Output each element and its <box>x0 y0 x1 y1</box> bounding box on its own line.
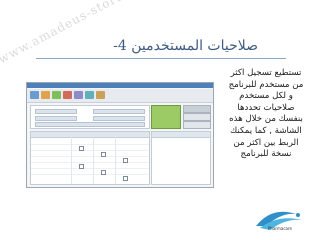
slide-title: صلاحيات المستخدمين 4- <box>109 38 258 54</box>
form-field <box>93 109 145 114</box>
permission-checkbox <box>79 146 84 151</box>
permission-checkbox <box>79 164 84 169</box>
grid-col-line <box>93 132 94 184</box>
grid-row-line <box>31 168 149 169</box>
toolbar-icon <box>30 91 39 99</box>
grid-row-line <box>31 150 149 151</box>
toolbar-icon <box>52 91 61 99</box>
app-titlebar <box>27 83 213 88</box>
body-line: صلاحيات تحددها <box>237 102 295 113</box>
form-field <box>35 116 77 121</box>
permission-checkbox <box>101 152 106 157</box>
permissions-grid <box>30 131 150 185</box>
logo-text: Pharmacare <box>268 226 292 231</box>
grid-col-line <box>115 132 116 184</box>
users-grid <box>151 131 211 185</box>
grid-col-line <box>71 132 72 184</box>
toolbar-icon <box>63 91 72 99</box>
grid-row-line <box>31 144 149 145</box>
toolbar-icon <box>74 91 83 99</box>
side-button <box>183 113 211 121</box>
body-line: تستطيع تسجيل اكثر <box>230 68 302 78</box>
body-line: الربط بين اكثر من <box>233 137 299 148</box>
toolbar-icon <box>96 91 105 99</box>
grid-header <box>152 132 210 138</box>
slide-body: تستطيع تسجيل اكثر من مستخدم للبرنامج و ل… <box>216 68 316 161</box>
body-line: بنفسك من خلال هذه <box>229 114 303 125</box>
user-form-panel <box>30 105 150 129</box>
form-field <box>35 122 145 127</box>
app-toolbar <box>27 89 213 103</box>
status-panel <box>151 105 181 129</box>
grid-row-line <box>31 162 149 163</box>
permission-checkbox <box>123 176 128 181</box>
side-button <box>183 105 211 113</box>
body-line: نسخة للبرنامج <box>240 149 292 160</box>
grid-header <box>31 132 149 138</box>
grid-row-line <box>31 156 149 157</box>
grid-row-line <box>31 174 149 175</box>
form-field <box>93 116 145 121</box>
slide-title-text: صلاحيات المستخدمين <box>131 38 258 54</box>
form-field <box>35 109 77 114</box>
side-button <box>183 121 211 129</box>
title-divider <box>36 58 286 59</box>
body-line: من مستخدم للبرنامج <box>228 79 304 90</box>
toolbar-icon <box>41 91 50 99</box>
slide-title-number: 4- <box>113 38 127 54</box>
embedded-app-screenshot <box>26 82 214 188</box>
permission-checkbox <box>101 170 106 175</box>
toolbar-icon <box>85 91 94 99</box>
body-line: و لكل مستخدم <box>239 91 293 102</box>
slide: صلاحيات المستخدمين 4- www.amadeus-store.… <box>0 0 320 240</box>
body-line: الشاشة , كما يمكنك <box>230 125 302 136</box>
permission-checkbox <box>123 158 128 163</box>
watermark: www.amadeus-store.com <box>0 0 156 67</box>
